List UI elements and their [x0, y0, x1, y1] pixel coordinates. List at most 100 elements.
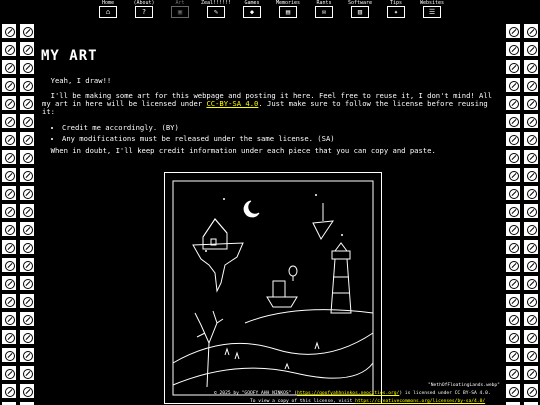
license-note-text: To view a copy of this license, visit [250, 399, 356, 404]
border-tile [0, 310, 18, 328]
intro-line: Yeah, I draw!! [50, 76, 112, 85]
border-tile [504, 40, 522, 58]
border-tile [18, 202, 36, 220]
border-tile [522, 58, 540, 76]
border-tile [18, 346, 36, 364]
border-tile [522, 184, 540, 202]
nav-item-about[interactable]: (About)? [129, 0, 159, 18]
border-tile [504, 400, 522, 405]
border-tile [0, 220, 18, 238]
floating-lands-drawing [172, 180, 374, 396]
license-link[interactable]: CC-BY-SA 4.0 [206, 99, 258, 108]
license-paragraph: I'll be making some art for this webpage… [42, 92, 498, 116]
license-note: To view a copy of this license, visit ht… [250, 399, 485, 405]
border-tile [0, 292, 18, 310]
games-icon: ◆ [243, 6, 261, 18]
border-tile [18, 148, 36, 166]
right-tile-border [504, 22, 540, 405]
main-content: MY ART Yeah, I draw!! I'll be making som… [38, 22, 502, 405]
author-link[interactable]: https://goofyahhninkos.neocities.org/ [297, 391, 399, 396]
border-tile [18, 274, 36, 292]
border-tile [504, 364, 522, 382]
border-tile [522, 256, 540, 274]
border-tile [0, 256, 18, 274]
border-tile [522, 202, 540, 220]
border-tile [18, 22, 36, 40]
border-tile [504, 130, 522, 148]
border-tile [522, 22, 540, 40]
border-tile [522, 40, 540, 58]
nav-item-software[interactable]: Software ▥ [345, 0, 375, 18]
border-tile [504, 148, 522, 166]
border-tile [504, 166, 522, 184]
border-tile [504, 112, 522, 130]
border-tile [504, 220, 522, 238]
nav-item-games[interactable]: Games ◆ [237, 0, 267, 18]
nav-item-home[interactable]: Home ⌂ [93, 0, 123, 18]
border-tile [0, 166, 18, 184]
page-title: MY ART [41, 48, 98, 64]
border-tile [18, 94, 36, 112]
border-tile [504, 184, 522, 202]
border-tile [0, 40, 18, 58]
border-tile [0, 400, 18, 405]
border-tile [18, 76, 36, 94]
home-icon: ⌂ [99, 6, 117, 18]
border-tile [504, 328, 522, 346]
license-requirements-list: Credit me accordingly. (BY) Any modifica… [52, 122, 335, 144]
border-tile [0, 328, 18, 346]
nav-item-websites[interactable]: Websites ☰ [417, 0, 447, 18]
artwork-filename: "NethOfFloatingLands.webp" [428, 383, 500, 388]
border-tile [0, 112, 18, 130]
intro-text: Yeah, I draw!! [42, 77, 498, 85]
art-icon: ▣ [171, 6, 189, 18]
nav-item-art[interactable]: Art ▣ [165, 0, 195, 18]
border-tile [504, 22, 522, 40]
border-tile [18, 382, 36, 400]
border-tile [18, 400, 36, 405]
nav-item-memories[interactable]: Memories ▤ [273, 0, 303, 18]
border-tile [0, 274, 18, 292]
border-tile [0, 58, 18, 76]
border-tile [18, 130, 36, 148]
tips-icon: ✦ [387, 6, 405, 18]
border-tile [18, 220, 36, 238]
border-tile [522, 382, 540, 400]
border-tile [0, 94, 18, 112]
border-tile [18, 238, 36, 256]
nav-item-rants[interactable]: Rants ✉ [309, 0, 339, 18]
border-tile [18, 40, 36, 58]
border-tile [504, 202, 522, 220]
websites-icon: ☰ [423, 6, 441, 18]
border-tile [18, 112, 36, 130]
border-tile [522, 310, 540, 328]
border-tile [0, 184, 18, 202]
border-tile [522, 166, 540, 184]
border-tile [18, 310, 36, 328]
about-icon: ? [135, 6, 153, 18]
credit-text-b: ) is licensed under CC BY-SA 4.0. [399, 391, 491, 396]
moon-shape [243, 200, 260, 218]
border-tile [18, 328, 36, 346]
nav-item-zeal[interactable]: Zeal!!!!!! ✎ [201, 0, 231, 18]
border-tile [504, 292, 522, 310]
border-tile [18, 166, 36, 184]
border-tile [504, 256, 522, 274]
left-tile-border [0, 22, 36, 405]
border-tile [522, 94, 540, 112]
memories-icon: ▤ [279, 6, 297, 18]
border-tile [0, 130, 18, 148]
artwork-credit: © 2025 by "GOOFY AHH NINKOS" (https://go… [214, 391, 491, 397]
border-tile [522, 292, 540, 310]
cc-license-link[interactable]: https://creativecommons.org/licenses/by-… [355, 399, 485, 404]
border-tile [522, 238, 540, 256]
credit-paragraph: When in doubt, I'll keep credit informat… [42, 147, 498, 155]
border-tile [504, 346, 522, 364]
credit-text: When in doubt, I'll keep credit informat… [50, 146, 436, 155]
top-nav: Home ⌂ (About)? Art ▣ Zeal!!!!!! ✎ Games ◆ Memori… [0, 0, 540, 22]
border-tile [504, 76, 522, 94]
nav-item-tips[interactable]: Tips ✦ [381, 0, 411, 18]
artwork-image [164, 172, 382, 404]
border-tile [0, 382, 18, 400]
border-tile [522, 220, 540, 238]
